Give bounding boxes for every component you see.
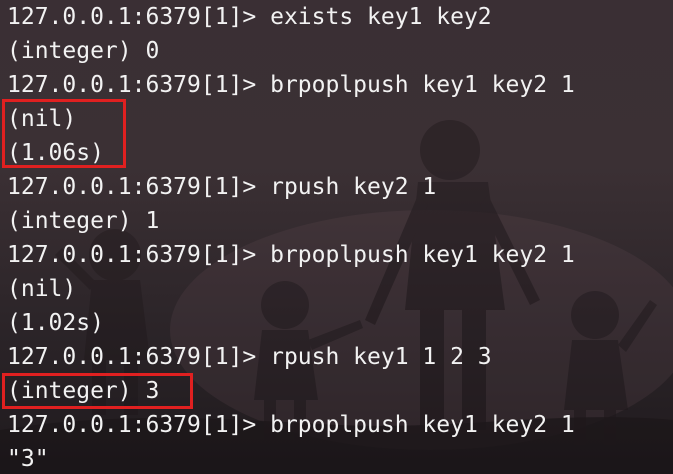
output-line: (integer) 0 [7, 38, 160, 64]
prompt-line: 127.0.0.1:6379[1]> brpoplpush key1 key2 … [7, 72, 575, 98]
output-line: (1.02s) [7, 310, 104, 336]
prompt-line: 127.0.0.1:6379[1]> rpush key1 1 2 3 [7, 344, 492, 370]
highlight-box-integer-result [2, 373, 193, 409]
output-line: (nil) [7, 276, 77, 302]
prompt-line: 127.0.0.1:6379[1]> exists key1 key2 [7, 4, 492, 30]
prompt-line: 127.0.0.1:6379[1]> rpush key2 1 [7, 174, 437, 200]
prompt-line: 127.0.0.1:6379[1]> brpoplpush key1 key2 … [7, 242, 575, 268]
terminal-window[interactable]: 127.0.0.1:6379[1]> exists key1 key2 (int… [0, 0, 673, 474]
output-line: "3" [7, 446, 49, 472]
output-line: (integer) 1 [7, 208, 160, 234]
highlight-box-nil-timeout [2, 99, 126, 168]
prompt-line: 127.0.0.1:6379[1]> brpoplpush key1 key2 … [7, 412, 575, 438]
